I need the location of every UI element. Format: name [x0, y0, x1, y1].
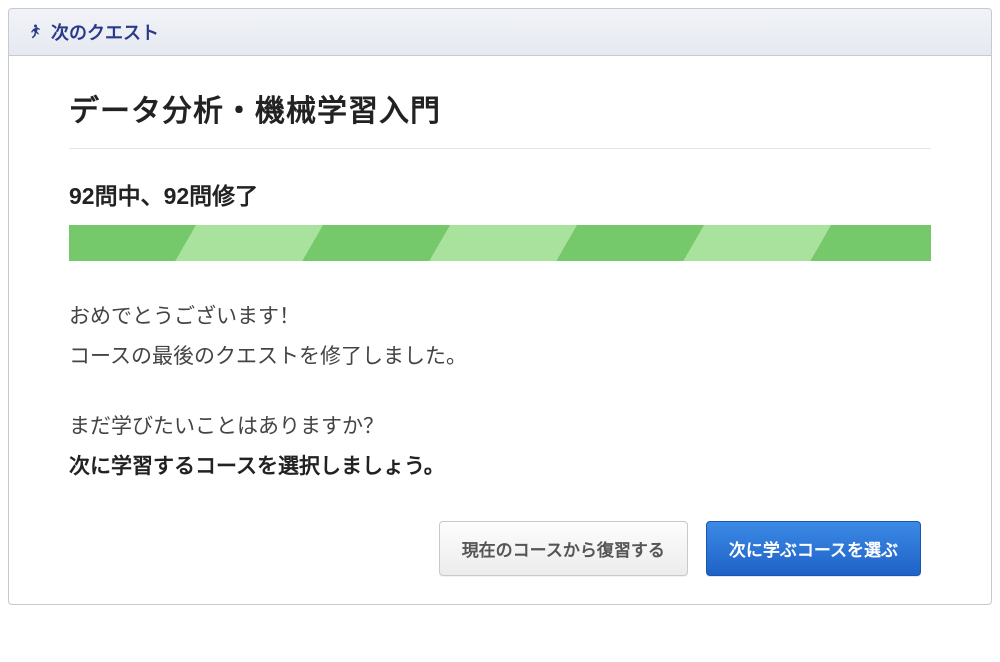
choose-next-button[interactable]: 次に学ぶコースを選ぶ: [706, 521, 921, 576]
panel-header: 次のクエスト: [9, 9, 991, 56]
progress-label: 92問中、92問修了: [69, 177, 931, 211]
congrats-line-2: コースの最後のクエストを修了しました。: [69, 337, 931, 377]
course-title: データ分析・機械学習入門: [69, 86, 931, 149]
running-person-icon: [25, 23, 43, 41]
panel-body: データ分析・機械学習入門 92問中、92問修了 おめでとうございます！ コースの…: [9, 56, 991, 604]
next-prompt: まだ学びたいことはありますか？ 次に学習するコースを選択しましょう。: [69, 407, 931, 487]
next-quest-panel: 次のクエスト データ分析・機械学習入門 92問中、92問修了 おめでとうございま…: [8, 8, 992, 605]
review-current-button[interactable]: 現在のコースから復習する: [439, 521, 688, 576]
progress-bar: [69, 225, 931, 261]
panel-header-title: 次のクエスト: [51, 19, 159, 45]
button-row: 現在のコースから復習する 次に学ぶコースを選ぶ: [69, 497, 931, 576]
completion-message: おめでとうございます！ コースの最後のクエストを修了しました。: [69, 297, 931, 377]
prompt-line-1: まだ学びたいことはありますか？: [69, 407, 931, 447]
progress-fill: [69, 225, 931, 261]
prompt-line-2: 次に学習するコースを選択しましょう。: [69, 447, 931, 487]
congrats-line-1: おめでとうございます！: [69, 297, 931, 337]
